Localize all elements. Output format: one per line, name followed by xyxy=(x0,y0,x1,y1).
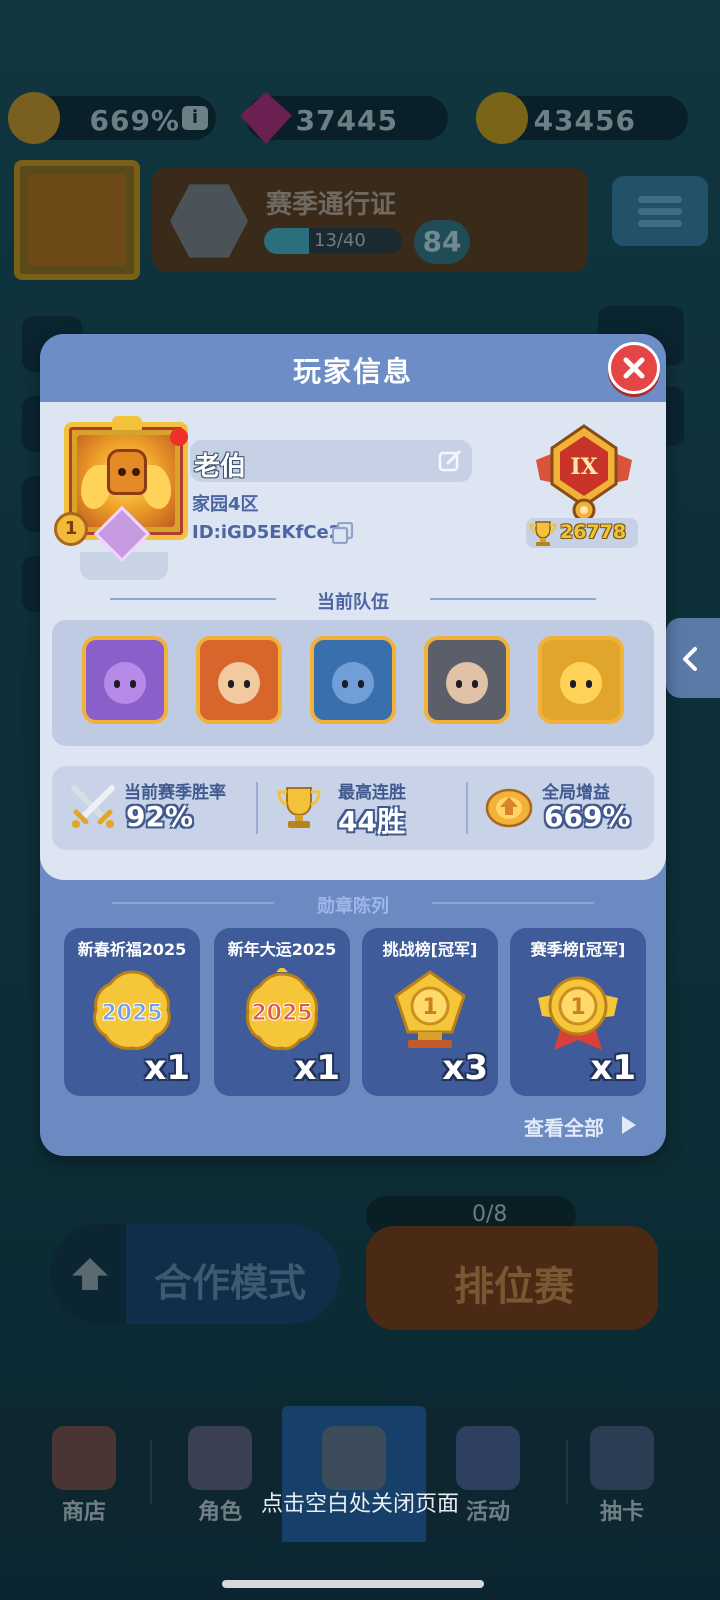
ranked-mode-label: 排位赛 xyxy=(454,1264,574,1310)
bonus-pill[interactable]: 669% i xyxy=(8,92,216,144)
close-button[interactable] xyxy=(608,342,660,394)
battle-icon xyxy=(322,1426,386,1490)
home-indicator[interactable] xyxy=(222,1580,484,1588)
rank-wins-text: 0/8 xyxy=(472,1202,508,1227)
team-section-title: 当前队伍 xyxy=(317,592,389,613)
event-star-icon xyxy=(456,1426,520,1490)
arrow-up-icon xyxy=(72,1258,108,1290)
card-draw-icon xyxy=(590,1426,654,1490)
copy-icon[interactable] xyxy=(332,522,354,544)
trophy-count: 26778 xyxy=(560,521,627,543)
medal-rank: 1 xyxy=(570,995,585,1020)
stat-value: 92% xyxy=(126,800,194,833)
season-pass-title: 赛季通行证 xyxy=(266,190,397,220)
ranked-mode-button[interactable]: 排位赛 xyxy=(366,1226,658,1330)
medal-count: x3 xyxy=(442,1048,488,1088)
shop-icon xyxy=(52,1426,116,1490)
coop-mode-button[interactable]: 合作模式 xyxy=(50,1224,340,1324)
crown-icon xyxy=(112,416,142,430)
medal-count: x1 xyxy=(590,1048,636,1088)
coop-mode-label: 合作模式 xyxy=(154,1261,307,1305)
medal-card[interactable]: 新年大运2025 2025 x1 xyxy=(214,928,350,1096)
stats-panel: 当前赛季胜率 92% 最高连胜 44胜 全局增益 669% xyxy=(52,766,654,850)
profile-avatar-button[interactable] xyxy=(14,160,140,280)
challenge-champion-medal-icon: 1 xyxy=(394,970,466,1048)
medal-count: x1 xyxy=(294,1048,340,1088)
edit-icon[interactable] xyxy=(438,450,462,472)
nav-item-shop[interactable]: 商店 xyxy=(14,1408,154,1540)
medal-rank: 1 xyxy=(422,995,437,1020)
side-expand-tab[interactable] xyxy=(666,618,720,698)
coin-value: 43456 xyxy=(533,104,636,137)
trophy-icon xyxy=(277,787,321,828)
character-icon xyxy=(188,1426,252,1490)
season-pass-progress-text: 13/40 xyxy=(314,230,366,251)
hero-card[interactable] xyxy=(82,636,168,724)
nav-item-battle[interactable] xyxy=(284,1408,424,1540)
stat-value: 44胜 xyxy=(338,805,405,838)
coin-icon xyxy=(476,92,528,144)
gem-pill[interactable]: 37445 xyxy=(240,92,448,144)
player-info-panel: 1 老伯 家园4区 ID:iGD5EKfCe2 IX 26778 当前队伍 当前… xyxy=(40,402,666,880)
coin-pill[interactable]: 43456 xyxy=(476,92,688,144)
nav-item-character[interactable]: 角色 xyxy=(150,1408,290,1540)
medal-year: 2025 xyxy=(101,1001,162,1026)
menu-button[interactable] xyxy=(612,176,708,246)
player-info-modal: 玩家信息 1 老伯 家园4区 ID:iGD5EKfCe2 IX 26778 当前… xyxy=(40,334,666,1156)
rank-numeral: IX xyxy=(570,454,598,480)
close-hint-text[interactable]: 点击空白处关闭页面 xyxy=(0,1486,720,1518)
team-panel xyxy=(52,620,654,746)
medal-name: 挑战榜[冠军] xyxy=(382,940,478,959)
arrow-right-icon[interactable] xyxy=(622,1116,636,1134)
medal-count: x1 xyxy=(144,1048,190,1088)
medal-year: 2025 xyxy=(251,1001,312,1026)
chevron-left-icon xyxy=(683,647,697,671)
modal-title: 玩家信息 xyxy=(292,355,413,388)
medal-card[interactable]: 新春祈福2025 2025 x1 xyxy=(64,928,200,1096)
season-champion-medal-icon: 1 xyxy=(538,976,618,1050)
hero-card[interactable] xyxy=(310,636,396,724)
season-pass-banner[interactable]: 赛季通行证 13/40 84 xyxy=(152,168,588,272)
player-id: ID:iGD5EKfCe2 xyxy=(192,522,342,543)
medal-card[interactable]: 挑战榜[冠军] 1 x3 xyxy=(362,928,498,1096)
hero-card[interactable] xyxy=(424,636,510,724)
level-badge-icon: 1 xyxy=(54,512,88,546)
new-year-fortune-medal-icon: 2025 xyxy=(246,968,319,1051)
medal-card[interactable]: 赛季榜[冠军] 1 x1 xyxy=(510,928,646,1096)
medal-name: 赛季榜[冠军] xyxy=(530,940,626,959)
stat-value: 669% xyxy=(544,800,631,833)
medal-name: 新春祈福2025 xyxy=(77,940,187,959)
nav-item-event[interactable]: 活动 xyxy=(418,1408,558,1540)
view-all-link[interactable]: 查看全部 xyxy=(524,1112,604,1141)
hero-card[interactable] xyxy=(196,636,282,724)
server-name: 家园4区 xyxy=(192,494,259,515)
avatar-character xyxy=(107,449,147,495)
season-pass-level: 84 xyxy=(414,220,470,264)
medal-section-title: 勋章陈列 xyxy=(317,896,389,917)
hero-card[interactable] xyxy=(538,636,624,724)
new-year-blessing-medal-icon: 2025 xyxy=(92,970,171,1050)
notification-dot xyxy=(170,428,188,446)
crossed-swords-icon xyxy=(170,184,248,258)
nav-item-card-draw[interactable]: 抽卡 xyxy=(552,1408,692,1540)
medal-name: 新年大运2025 xyxy=(227,940,337,959)
trophy-icon xyxy=(529,521,557,546)
bonus-badge-icon xyxy=(485,788,533,828)
info-icon[interactable]: i xyxy=(182,106,208,130)
rank-emblem-icon[interactable]: IX xyxy=(532,422,636,524)
player-name: 老伯 xyxy=(194,452,247,482)
close-icon xyxy=(623,357,645,379)
crossed-swords-icon xyxy=(71,785,115,828)
bonus-badge-icon xyxy=(8,92,60,144)
gem-value: 37445 xyxy=(295,104,398,137)
bonus-value: 669% xyxy=(89,104,180,137)
